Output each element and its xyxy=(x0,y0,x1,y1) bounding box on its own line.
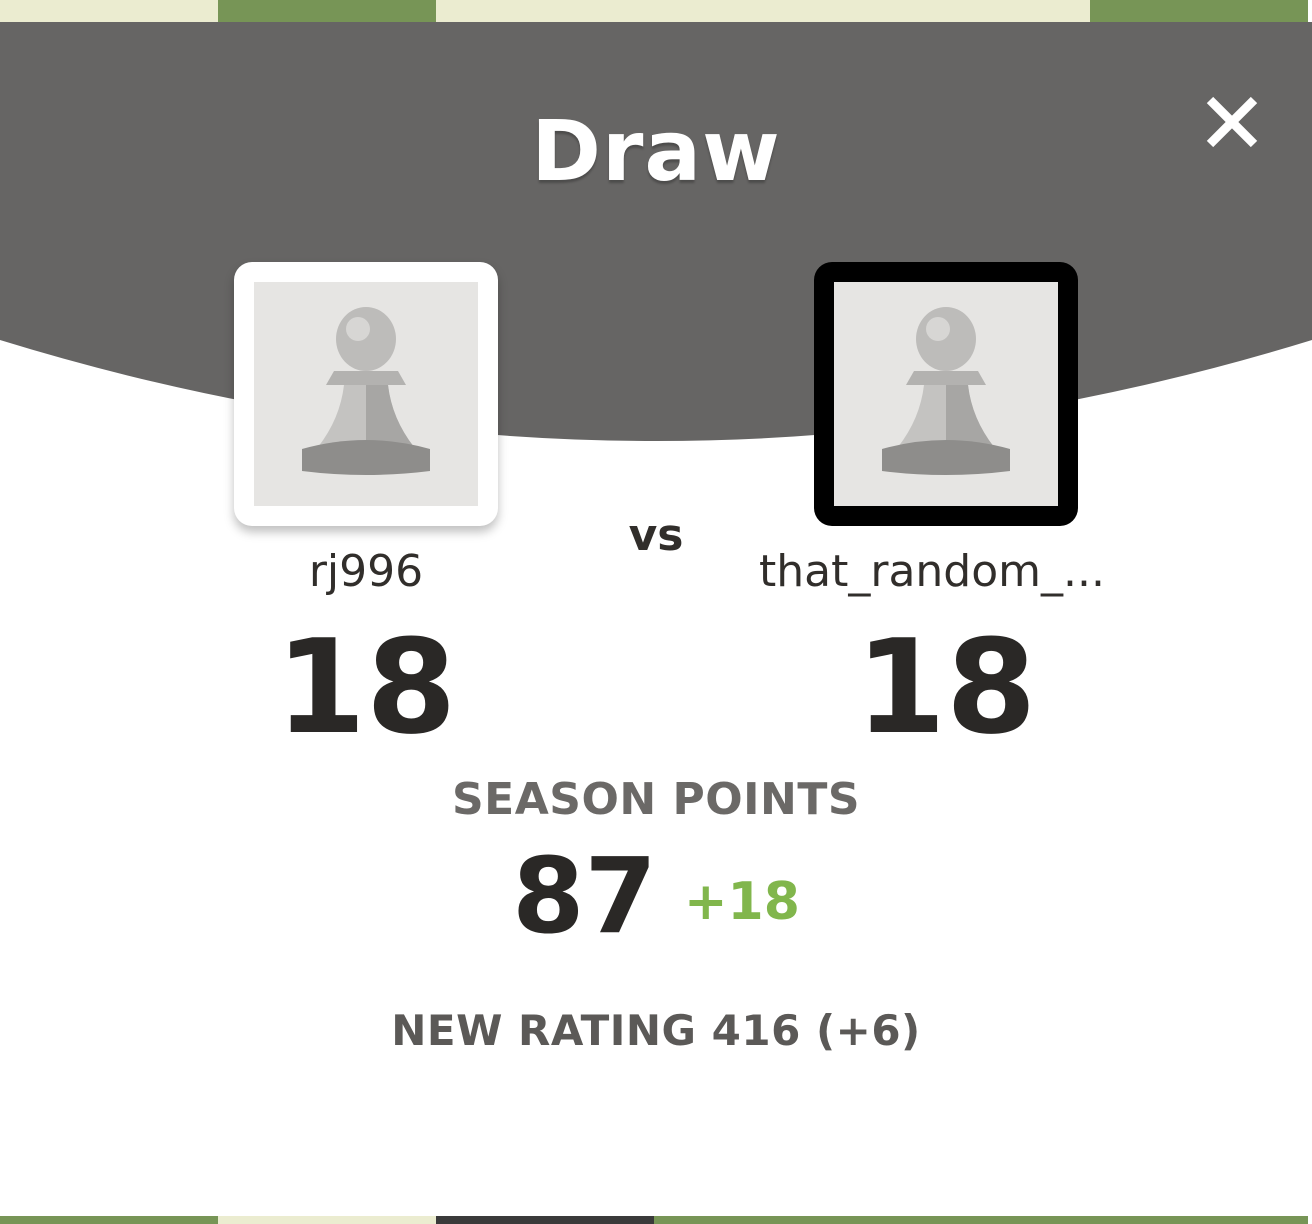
pawn-icon xyxy=(882,307,1010,475)
chessboard-background-bottom xyxy=(0,1216,1312,1224)
season-points-row: 87 +18 xyxy=(0,844,1312,948)
game-over-screen: Draw vs rj996 that_random_... 18 18 SEAS… xyxy=(0,0,1312,1224)
player-avatar-right[interactable] xyxy=(814,262,1078,526)
modal-header-background xyxy=(0,22,1312,441)
new-rating-text: NEW RATING 416 (+6) xyxy=(391,1006,921,1055)
result-title: Draw xyxy=(531,102,781,200)
player-score-left: 18 xyxy=(275,611,457,763)
chessboard-background-top xyxy=(0,0,1312,22)
close-icon xyxy=(1206,96,1258,148)
close-button[interactable] xyxy=(1198,88,1266,156)
season-points-label: SEASON POINTS xyxy=(451,774,861,825)
player-avatar-left[interactable] xyxy=(234,262,498,526)
pawn-icon xyxy=(302,307,430,475)
player-username-left[interactable]: rj996 xyxy=(216,546,516,597)
season-points-value: 87 xyxy=(512,835,657,957)
player-username-right[interactable]: that_random_... xyxy=(712,546,1152,597)
player-score-right: 18 xyxy=(855,611,1037,763)
season-points-delta: +18 xyxy=(683,872,800,932)
vs-label: vs xyxy=(628,510,684,561)
game-result-modal: Draw vs rj996 that_random_... 18 18 SEAS… xyxy=(0,22,1312,1216)
